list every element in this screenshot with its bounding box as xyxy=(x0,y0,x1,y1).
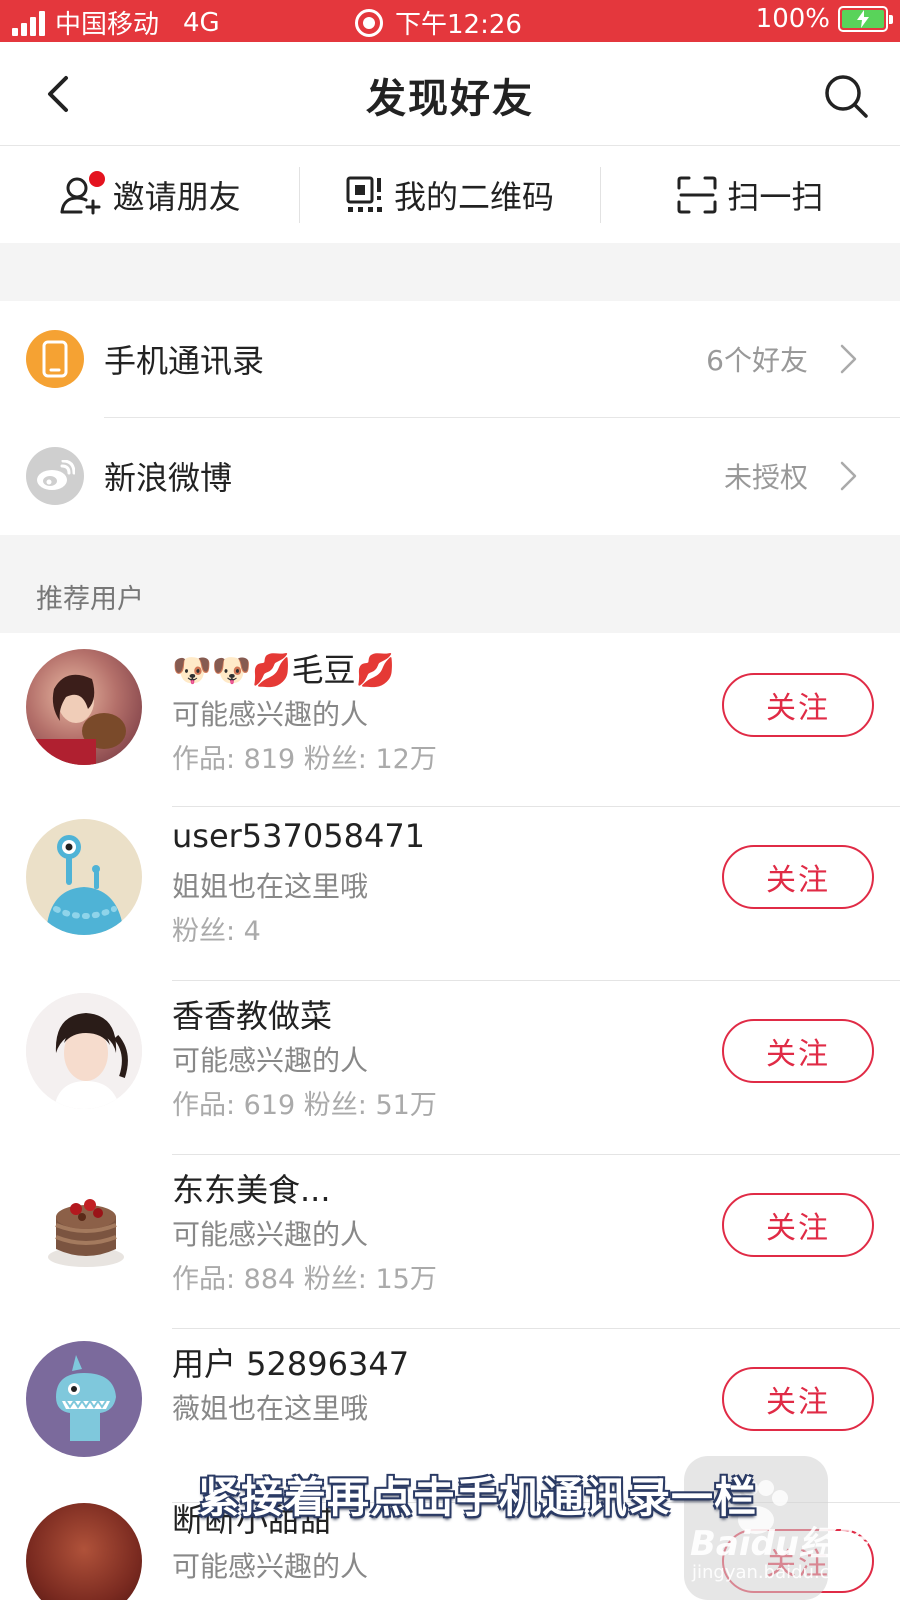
contacts-label: 手机通讯录 xyxy=(104,342,265,380)
scan-icon xyxy=(677,176,717,214)
notification-dot xyxy=(88,171,105,187)
scan-label: 扫一扫 xyxy=(727,178,824,216)
search-button[interactable] xyxy=(816,66,876,126)
follow-button[interactable]: 关注 xyxy=(722,845,874,909)
follow-button[interactable]: 关注 xyxy=(722,1019,874,1083)
user-name: 香香教做菜 xyxy=(172,997,333,1035)
phone-icon xyxy=(26,330,84,388)
status-bar: 中国移动 4G 下午12:26 100% xyxy=(0,0,900,42)
follow-button[interactable]: 关注 xyxy=(722,1367,874,1431)
avatar[interactable] xyxy=(26,993,142,1109)
user-name: user537058471 xyxy=(172,817,426,855)
user-reason: 可能感兴趣的人 xyxy=(172,1550,369,1583)
video-subtitle: 紧接着再点击手机通讯录一栏 xyxy=(198,1473,758,1522)
contacts-friend-count: 6个好友 xyxy=(706,344,808,377)
battery-icon xyxy=(838,6,893,32)
avatar[interactable] xyxy=(26,649,142,765)
chevron-right-icon xyxy=(840,344,857,374)
navigation-bar: 发现好友 xyxy=(0,42,900,146)
my-qr-code-label: 我的二维码 xyxy=(393,178,554,216)
user-stats: 作品: 819 粉丝: 12万 xyxy=(172,744,437,775)
signal-strength-icon xyxy=(12,10,45,36)
invite-friends-label: 邀请朋友 xyxy=(112,178,241,216)
user-reason: 可能感兴趣的人 xyxy=(172,1044,369,1077)
user-row[interactable]: 香香教做菜 可能感兴趣的人 作品: 619 粉丝: 51万 关注 xyxy=(0,981,900,1155)
avatar[interactable] xyxy=(26,1341,142,1457)
follow-button[interactable]: 关注 xyxy=(722,1193,874,1257)
recommended-users-header: 推荐用户 xyxy=(0,535,900,633)
watermark-url: jingyan.baidu.com xyxy=(692,1562,859,1583)
weibo-label: 新浪微博 xyxy=(104,459,233,497)
contacts-row[interactable]: 手机通讯录 6个好友 xyxy=(0,301,900,418)
section-spacer xyxy=(0,243,900,301)
user-stats: 粉丝: 4 xyxy=(172,916,261,947)
my-qr-code-button[interactable]: 我的二维码 xyxy=(300,147,599,243)
qr-code-icon xyxy=(346,176,382,212)
user-stats: 作品: 884 粉丝: 15万 xyxy=(172,1264,437,1295)
user-row[interactable]: 🐶🐶💋毛豆💋 可能感兴趣的人 作品: 819 粉丝: 12万 关注 xyxy=(0,633,900,807)
user-reason: 薇姐也在这里哦 xyxy=(172,1392,369,1425)
recommended-users-list: 🐶🐶💋毛豆💋 可能感兴趣的人 作品: 819 粉丝: 12万 关注 user53… xyxy=(0,633,900,1600)
weibo-icon xyxy=(26,447,84,505)
page-title: 发现好友 xyxy=(366,76,534,122)
user-reason: 可能感兴趣的人 xyxy=(172,698,369,731)
screen-record-icon xyxy=(355,8,383,37)
avatar[interactable] xyxy=(26,1503,142,1600)
user-reason: 可能感兴趣的人 xyxy=(172,1218,369,1251)
user-name: 东东美食... xyxy=(172,1171,331,1209)
scan-button[interactable]: 扫一扫 xyxy=(601,147,900,243)
user-reason: 姐姐也在这里哦 xyxy=(172,870,369,903)
battery-percent: 100% xyxy=(755,4,830,34)
user-stats: 作品: 619 粉丝: 51万 xyxy=(172,1090,437,1121)
network-type: 4G xyxy=(183,7,220,38)
search-icon xyxy=(825,75,868,118)
avatar[interactable] xyxy=(26,819,142,935)
user-name: 用户 52896347 xyxy=(172,1345,410,1383)
user-row[interactable]: 东东美食... 可能感兴趣的人 作品: 884 粉丝: 15万 关注 xyxy=(0,1155,900,1329)
clock: 下午12:26 xyxy=(395,10,522,40)
user-row[interactable]: user537058471 姐姐也在这里哦 粉丝: 4 关注 xyxy=(0,807,900,981)
quick-actions-bar: 邀请朋友 我的二维码 扫一扫 xyxy=(0,147,900,243)
user-name: 🐶🐶💋毛豆💋 xyxy=(172,651,396,689)
add-user-icon xyxy=(59,171,105,215)
avatar[interactable] xyxy=(26,1167,142,1283)
weibo-row[interactable]: 新浪微博 未授权 xyxy=(0,418,900,534)
friend-sources-list: 手机通讯录 6个好友 新浪微博 未授权 xyxy=(0,301,900,535)
carrier-name: 中国移动 xyxy=(55,10,160,40)
follow-button[interactable]: 关注 xyxy=(722,673,874,737)
invite-friends-button[interactable]: 邀请朋友 xyxy=(0,147,299,243)
weibo-auth-status: 未授权 xyxy=(723,461,808,494)
chevron-right-icon xyxy=(840,461,857,491)
